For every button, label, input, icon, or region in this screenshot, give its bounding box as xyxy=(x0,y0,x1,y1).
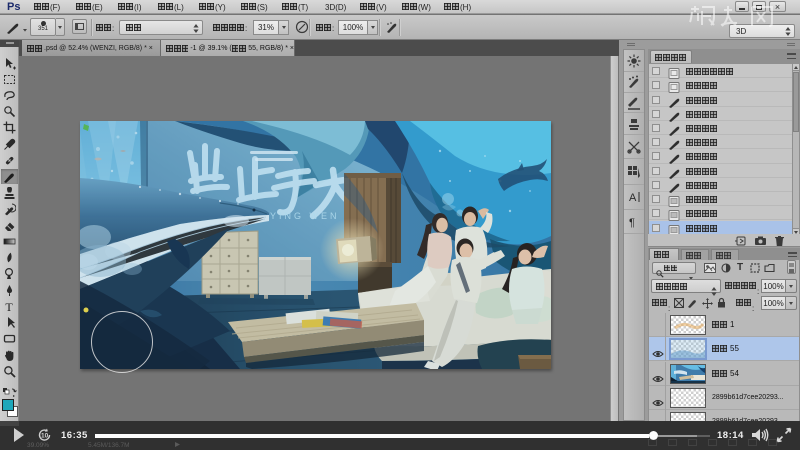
svg-text:10: 10 xyxy=(41,433,49,440)
svg-text:¶: ¶ xyxy=(629,217,635,229)
svg-text:A: A xyxy=(629,192,637,204)
svg-text:T: T xyxy=(5,300,13,313)
